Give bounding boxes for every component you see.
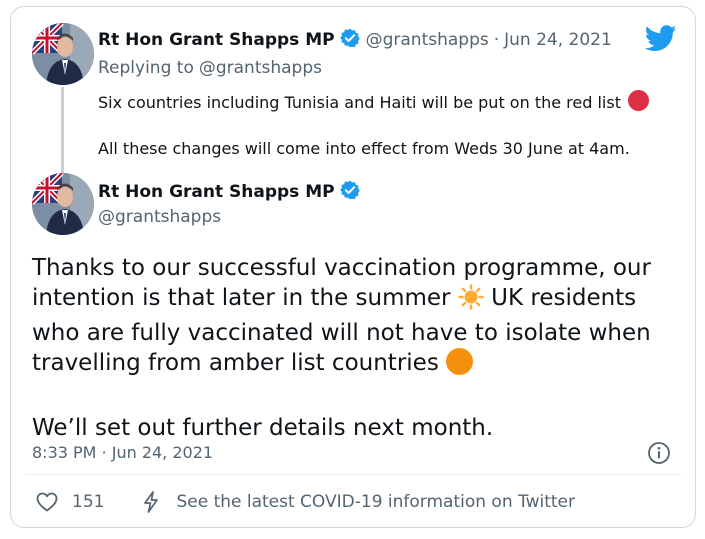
meta-separator: · (493, 30, 500, 50)
author-name[interactable]: Rt Hon Grant Shapps MP (98, 30, 335, 50)
info-icon[interactable] (647, 441, 671, 469)
heart-icon[interactable] (35, 490, 59, 514)
sun-emoji (458, 284, 484, 318)
reply-tweet-line2: All these changes will come into effect … (98, 139, 630, 158)
verified-badge-icon (339, 180, 360, 204)
tweet-timestamp[interactable]: 8:33 PM · Jun 24, 2021 (32, 443, 213, 462)
avatar[interactable] (32, 23, 94, 85)
replying-to-label: Replying to (98, 58, 194, 78)
author-name[interactable]: Rt Hon Grant Shapps MP (98, 182, 335, 202)
like-count[interactable]: 151 (72, 492, 104, 512)
covid-info-link[interactable]: See the latest COVID-19 information on T… (176, 492, 575, 512)
replying-to: Replying to @grantshapps (98, 58, 322, 78)
author-handle[interactable]: @grantshapps (98, 207, 221, 227)
main-tweet-body: Thanks to our successful vaccination pro… (32, 253, 682, 443)
tweet-date[interactable]: Jun 24, 2021 (504, 30, 612, 50)
tweet-card: Rt Hon Grant Shapps MP @grantshapps · Ju… (10, 6, 696, 528)
main-tweet-paragraph-1: Thanks to our successful vaccination pro… (32, 253, 682, 383)
red-circle-emoji (627, 90, 649, 115)
orange-circle-emoji (446, 348, 474, 383)
reply-tweet-header: Rt Hon Grant Shapps MP @grantshapps · Ju… (98, 28, 612, 52)
reply-tweet-line1: Six countries including Tunisia and Hait… (98, 90, 649, 115)
author-handle[interactable]: @grantshapps (366, 30, 489, 50)
main-tweet-paragraph-2: We’ll set out further details next month… (32, 415, 494, 441)
verified-badge-icon (339, 28, 360, 52)
divider (25, 474, 681, 475)
thread-connector-line (61, 87, 64, 173)
reply-line1-text: Six countries including Tunisia and Hait… (98, 93, 621, 112)
avatar[interactable] (32, 173, 94, 235)
main-author-handle-row: @grantshapps (98, 207, 221, 227)
replying-to-handle-link[interactable]: @grantshapps (199, 58, 322, 78)
main-tweet-header: Rt Hon Grant Shapps MP (98, 180, 366, 204)
lightning-icon[interactable] (140, 490, 162, 514)
tweet-actions: 151 See the latest COVID-19 information … (35, 490, 575, 514)
twitter-bird-icon[interactable] (644, 25, 677, 56)
